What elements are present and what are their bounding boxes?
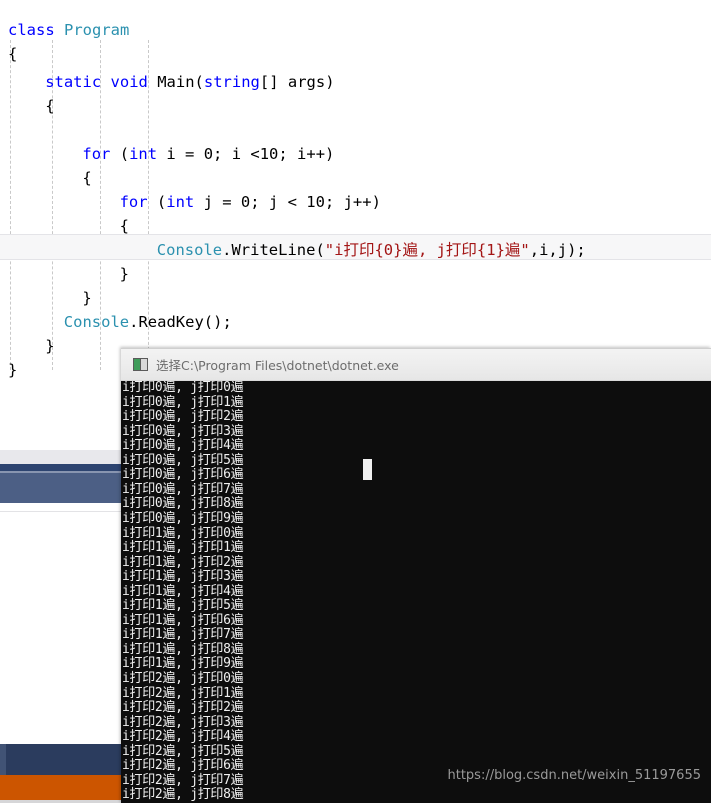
code-token: } bbox=[8, 361, 18, 379]
code-token: ( bbox=[110, 145, 130, 163]
code-line[interactable]: for (int j = 0; j < 10; j++) bbox=[120, 194, 381, 210]
code-token: [] args) bbox=[259, 73, 335, 91]
code-token: j = 0; j < 10; j++) bbox=[194, 193, 381, 211]
code-token: int bbox=[166, 193, 195, 211]
code-token: ,i,j); bbox=[529, 241, 586, 259]
console-output-line: i打印1遍, j打印0遍 bbox=[122, 525, 244, 541]
code-line[interactable]: } bbox=[45, 338, 54, 354]
vs-output-pane-accent bbox=[0, 744, 6, 775]
console-output-line: i打印1遍, j打印2遍 bbox=[122, 554, 244, 570]
code-line[interactable]: for (int i = 0; i <10; i++) bbox=[82, 146, 334, 162]
console-output-line: i打印2遍, j打印1遍 bbox=[122, 685, 244, 701]
code-line[interactable]: { bbox=[82, 170, 91, 186]
code-token: i = 0; i <10; i++) bbox=[157, 145, 335, 163]
code-token: string bbox=[203, 73, 260, 91]
console-output-line: i打印2遍, j打印0遍 bbox=[122, 671, 244, 686]
code-token: for bbox=[119, 193, 148, 211]
code-token: { bbox=[8, 45, 18, 63]
code-token: .WriteLine( bbox=[222, 241, 325, 259]
code-token: class bbox=[8, 21, 55, 39]
console-output-line: i打印0遍, j打印1遍 bbox=[122, 394, 244, 410]
code-token: { bbox=[45, 97, 55, 115]
code-line[interactable]: class Program bbox=[8, 22, 129, 38]
code-token: } bbox=[45, 337, 55, 355]
screenshot-root: class Program{static void Main(string[] … bbox=[0, 0, 711, 803]
code-line[interactable]: } bbox=[82, 290, 91, 306]
indent-guide-0 bbox=[10, 40, 11, 370]
code-line[interactable]: { bbox=[45, 98, 54, 114]
code-token: Console bbox=[63, 313, 130, 331]
console-output-line: i打印1遍, j打印5遍 bbox=[122, 598, 244, 614]
console-output-line: i打印1遍, j打印4遍 bbox=[122, 583, 244, 599]
code-token: void bbox=[110, 73, 148, 91]
console-output-line: i打印2遍, j打印4遍 bbox=[122, 729, 244, 745]
console-output-line: i打印1遍, j打印9遍 bbox=[122, 656, 244, 672]
console-title-text: 选择C:\Program Files\dotnet\dotnet.exe bbox=[156, 358, 399, 373]
code-token: { bbox=[119, 217, 129, 235]
console-output-line: i打印2遍, j打印3遍 bbox=[122, 714, 244, 730]
console-text-cursor bbox=[363, 459, 372, 480]
code-token: ( bbox=[194, 73, 204, 91]
console-output-line: i打印1遍, j打印7遍 bbox=[122, 627, 244, 643]
code-token: for bbox=[82, 145, 111, 163]
code-token: Console bbox=[156, 241, 223, 259]
code-line[interactable]: } bbox=[120, 266, 129, 282]
console-output-line: i打印0遍, j打印3遍 bbox=[122, 423, 244, 439]
code-token: Main bbox=[157, 73, 195, 91]
code-token: { bbox=[82, 169, 92, 187]
console-output-line: i打印0遍, j打印6遍 bbox=[122, 467, 244, 483]
code-line[interactable]: static void Main(string[] args) bbox=[45, 74, 334, 90]
code-line[interactable]: } bbox=[8, 362, 17, 378]
code-token: Program bbox=[64, 21, 130, 39]
code-token: static bbox=[45, 73, 102, 91]
code-token: .ReadKey(); bbox=[129, 313, 232, 331]
code-token: } bbox=[119, 265, 129, 283]
console-output-line: i打印0遍, j打印0遍 bbox=[122, 381, 244, 395]
console-app-icon bbox=[133, 358, 148, 371]
code-token: ( bbox=[147, 193, 167, 211]
console-output-line: i打印2遍, j打印6遍 bbox=[122, 758, 244, 774]
console-output-line: i打印0遍, j打印9遍 bbox=[122, 510, 244, 526]
code-line[interactable]: Console.ReadKey(); bbox=[64, 314, 232, 330]
console-output-line: i打印0遍, j打印4遍 bbox=[122, 438, 244, 454]
console-output-line: i打印1遍, j打印3遍 bbox=[122, 569, 244, 585]
code-token: } bbox=[82, 289, 92, 307]
console-output-line: i打印1遍, j打印1遍 bbox=[122, 540, 244, 556]
console-output-line: i打印2遍, j打印2遍 bbox=[122, 700, 244, 716]
code-token: "i打印{0}遍, j打印{1}遍" bbox=[324, 241, 530, 259]
console-output-line: i打印2遍, j打印8遍 bbox=[122, 787, 244, 803]
console-window[interactable]: 选择C:\Program Files\dotnet\dotnet.exe i打印… bbox=[121, 348, 711, 803]
blog-watermark: https://blog.csdn.net/weixin_51197655 bbox=[447, 768, 701, 783]
console-output-line: i打印0遍, j打印2遍 bbox=[122, 409, 244, 425]
code-line[interactable]: { bbox=[120, 218, 129, 234]
console-titlebar[interactable]: 选择C:\Program Files\dotnet\dotnet.exe bbox=[121, 348, 711, 381]
console-output-line: i打印0遍, j打印8遍 bbox=[122, 496, 244, 512]
code-token: int bbox=[129, 145, 158, 163]
console-output-area[interactable]: i打印0遍, j打印0遍 i打印0遍, j打印1遍 i打印0遍, j打印2遍 i打印0… bbox=[121, 381, 711, 803]
code-line[interactable]: { bbox=[8, 46, 17, 62]
code-line[interactable]: Console.WriteLine("i打印{0}遍, j打印{1}遍",i,j… bbox=[157, 242, 586, 258]
